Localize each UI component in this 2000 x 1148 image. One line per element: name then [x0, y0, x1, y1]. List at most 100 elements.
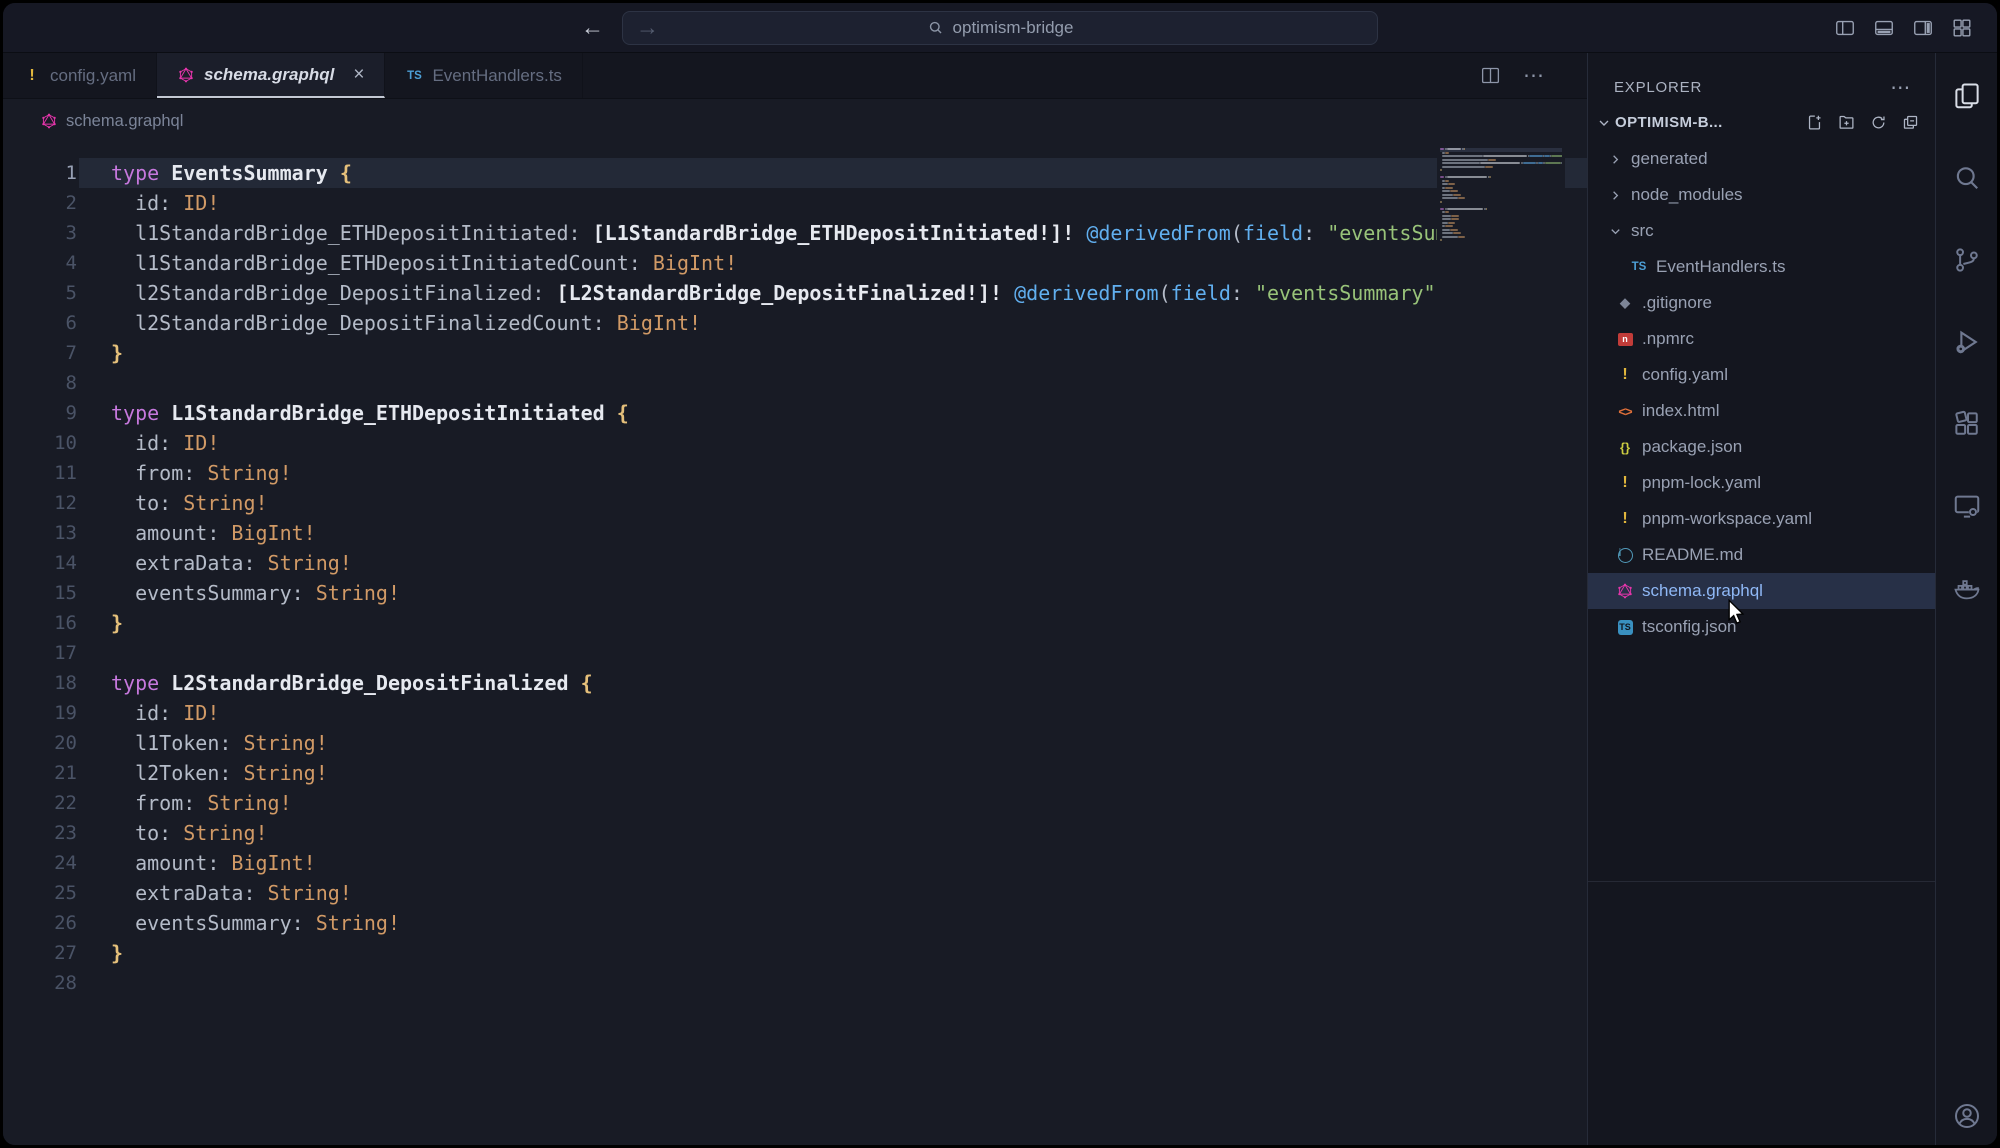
- tab-schema-graphql[interactable]: schema.graphql ×: [157, 53, 385, 98]
- file-tree-item-pnpm-workspace-yaml[interactable]: !pnpm-workspace.yaml: [1588, 501, 1935, 537]
- activity-docker-icon[interactable]: [1952, 573, 1982, 603]
- graphql-icon: [178, 67, 194, 83]
- code-editor[interactable]: 1234567891011121314151617181920212223242…: [3, 143, 1587, 1145]
- file-tree-item-npmrc[interactable]: n.npmrc: [1588, 321, 1935, 357]
- tab-label: schema.graphql: [204, 65, 334, 85]
- file-tree-item-pnpm-lock-yaml[interactable]: !pnpm-lock.yaml: [1588, 465, 1935, 501]
- activity-icons-top: [1952, 81, 1982, 603]
- code-line-9[interactable]: type L1StandardBridge_ETHDepositInitiate…: [79, 398, 1587, 428]
- code-line-28[interactable]: [79, 968, 1587, 998]
- code-line-12[interactable]: to: String!: [79, 488, 1587, 518]
- activity-files-icon[interactable]: [1952, 81, 1982, 111]
- file-tree-item-readme-md[interactable]: i README.md: [1588, 537, 1935, 573]
- file-tree-item-config-yaml[interactable]: !config.yaml: [1588, 357, 1935, 393]
- line-number: 23: [3, 818, 77, 848]
- line-number: 17: [3, 638, 77, 668]
- code-line-3[interactable]: l1StandardBridge_ETHDepositInitiated: [L…: [79, 218, 1587, 248]
- code-line-22[interactable]: from: String!: [79, 788, 1587, 818]
- code-line-24[interactable]: amount: BigInt!: [79, 848, 1587, 878]
- html-file-icon: <>: [1616, 404, 1634, 419]
- file-tree-item-schema-graphql[interactable]: schema.graphql: [1588, 573, 1935, 609]
- new-folder-icon[interactable]: [1838, 114, 1855, 131]
- code-line-27[interactable]: }: [79, 938, 1587, 968]
- code-line-17[interactable]: [79, 638, 1587, 668]
- forward-button[interactable]: →: [636, 14, 659, 41]
- breadcrumb[interactable]: schema.graphql: [3, 99, 1587, 143]
- activity-icons-bottom: [1952, 1101, 1982, 1131]
- chevron-down-icon: [1608, 224, 1623, 239]
- tab-label: config.yaml: [50, 66, 136, 86]
- code-line-18[interactable]: type L2StandardBridge_DepositFinalized {: [79, 668, 1587, 698]
- back-button[interactable]: ←: [581, 14, 604, 41]
- code-line-26[interactable]: eventsSummary: String!: [79, 908, 1587, 938]
- yaml-file-icon: !: [23, 67, 41, 85]
- code-line-20[interactable]: l1Token: String!: [79, 728, 1587, 758]
- close-tab-icon[interactable]: ×: [353, 64, 364, 86]
- yaml-file-icon: !: [1616, 366, 1634, 384]
- code-line-8[interactable]: [79, 368, 1587, 398]
- file-tree-item-src[interactable]: src: [1588, 213, 1935, 249]
- file-tree-item-tsconfig-json[interactable]: TStsconfig.json: [1588, 609, 1935, 645]
- tab-eventhandlers-ts[interactable]: TSEventHandlers.ts: [385, 53, 582, 98]
- chevron-down-icon: [1596, 115, 1612, 131]
- file-tree-item-node-modules[interactable]: node_modules: [1588, 177, 1935, 213]
- file-tree-item-index-html[interactable]: <>index.html: [1588, 393, 1935, 429]
- yaml-file-icon: !: [1616, 510, 1634, 528]
- layout-customize-icon[interactable]: [1951, 17, 1973, 39]
- layout-panel-bottom-icon[interactable]: [1873, 17, 1895, 39]
- code-line-6[interactable]: l2StandardBridge_DepositFinalizedCount: …: [79, 308, 1587, 338]
- minimap[interactable]: [1437, 143, 1565, 1145]
- activity-run-debug-icon[interactable]: [1952, 327, 1982, 357]
- code-line-15[interactable]: eventsSummary: String!: [79, 578, 1587, 608]
- new-file-icon[interactable]: [1806, 114, 1823, 131]
- readme-info-icon: i: [1618, 548, 1633, 563]
- layout-sidebar-right-icon[interactable]: [1912, 17, 1934, 39]
- vscode-window: ← → optimism-bridge ! config.yaml schema.g…: [3, 3, 1997, 1145]
- code-line-2[interactable]: id: ID!: [79, 188, 1587, 218]
- code-line-11[interactable]: from: String!: [79, 458, 1587, 488]
- code-line-7[interactable]: }: [79, 338, 1587, 368]
- line-number: 25: [3, 878, 77, 908]
- activity-account-icon[interactable]: [1952, 1101, 1982, 1131]
- file-tree-item-eventhandlers-ts[interactable]: TS EventHandlers.ts: [1588, 249, 1935, 285]
- tab-bar: ! config.yaml schema.graphql × TSEventHandle…: [3, 53, 1587, 99]
- tabs: ! config.yaml schema.graphql × TSEventHandle…: [3, 53, 583, 98]
- activity-source-control-icon[interactable]: [1952, 245, 1982, 275]
- refresh-icon[interactable]: [1870, 114, 1887, 131]
- code-line-16[interactable]: }: [79, 608, 1587, 638]
- layout-sidebar-left-icon[interactable]: [1834, 17, 1856, 39]
- file-tree-item-label: EventHandlers.ts: [1656, 257, 1785, 277]
- line-number: 11: [3, 458, 77, 488]
- tab-config-yaml[interactable]: ! config.yaml: [3, 53, 157, 98]
- activity-extensions-icon[interactable]: [1952, 409, 1982, 439]
- ts-file-icon: TS: [1630, 261, 1648, 273]
- file-tree-item-package-json[interactable]: {}package.json: [1588, 429, 1935, 465]
- code-line-14[interactable]: extraData: String!: [79, 548, 1587, 578]
- editor-more-icon[interactable]: ⋯: [1523, 63, 1545, 88]
- command-center-search[interactable]: optimism-bridge: [622, 11, 1378, 45]
- code-line-21[interactable]: l2Token: String!: [79, 758, 1587, 788]
- code-line-10[interactable]: id: ID!: [79, 428, 1587, 458]
- code-line-1[interactable]: type EventsSummary {: [79, 158, 1587, 188]
- project-name: OPTIMISM-B...: [1615, 114, 1723, 131]
- file-tree-item-generated[interactable]: generated: [1588, 141, 1935, 177]
- code-lines[interactable]: type EventsSummary { id: ID! l1StandardB…: [79, 143, 1587, 1145]
- minimap-line: [1440, 243, 1562, 247]
- collapse-all-icon[interactable]: [1902, 114, 1919, 131]
- file-tree-item-label: .npmrc: [1642, 329, 1694, 349]
- code-line-5[interactable]: l2StandardBridge_DepositFinalized: [L2St…: [79, 278, 1587, 308]
- file-tree-item-label: README.md: [1642, 545, 1743, 565]
- file-tree-item-gitignore[interactable]: ◆.gitignore: [1588, 285, 1935, 321]
- code-line-13[interactable]: amount: BigInt!: [79, 518, 1587, 548]
- code-line-4[interactable]: l1StandardBridge_ETHDepositInitiatedCoun…: [79, 248, 1587, 278]
- explorer-more-icon[interactable]: ⋯: [1890, 83, 1911, 93]
- file-tree-item-label: tsconfig.json: [1642, 617, 1737, 637]
- activity-remote-preview-icon[interactable]: [1952, 491, 1982, 521]
- code-line-25[interactable]: extraData: String!: [79, 878, 1587, 908]
- project-actions: [1806, 114, 1919, 131]
- project-header[interactable]: OPTIMISM-B...: [1588, 106, 1935, 139]
- code-line-19[interactable]: id: ID!: [79, 698, 1587, 728]
- split-editor-icon[interactable]: [1480, 65, 1501, 86]
- code-line-23[interactable]: to: String!: [79, 818, 1587, 848]
- activity-search-big-icon[interactable]: [1952, 163, 1982, 193]
